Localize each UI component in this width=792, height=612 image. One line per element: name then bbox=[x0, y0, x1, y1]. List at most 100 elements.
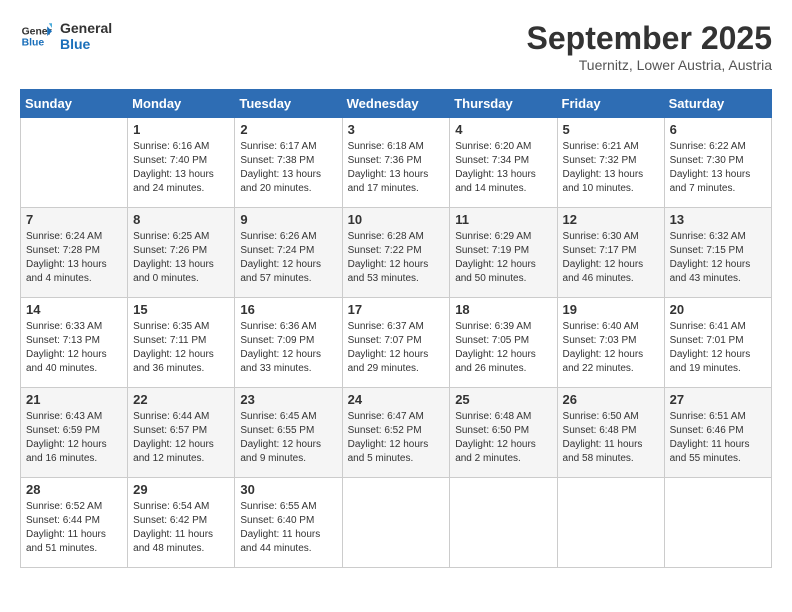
calendar-cell: 20 Sunrise: 6:41 AM Sunset: 7:01 PM Dayli… bbox=[664, 298, 771, 388]
day-number: 12 bbox=[563, 212, 659, 227]
page-header: General Blue General Blue September 2025… bbox=[20, 20, 772, 73]
day-info: Sunrise: 6:18 AM Sunset: 7:36 PM Dayligh… bbox=[348, 140, 445, 196]
day-number: 24 bbox=[348, 392, 445, 407]
calendar-cell bbox=[450, 478, 557, 568]
day-number: 1 bbox=[133, 122, 229, 137]
calendar-cell: 24 Sunrise: 6:47 AM Sunset: 6:52 PM Dayli… bbox=[342, 388, 450, 478]
week-row-1: 1Sunrise: 6:16 AM Sunset: 7:40 PM Daylig… bbox=[21, 118, 772, 208]
calendar-cell: 18Sunrise: 6:39 AM Sunset: 7:05 PM Dayli… bbox=[450, 298, 557, 388]
weekday-header-thursday: Thursday bbox=[450, 90, 557, 118]
logo: General Blue General Blue bbox=[20, 20, 112, 52]
day-info: Sunrise: 6:47 AM Sunset: 6:52 PM Dayligh… bbox=[348, 410, 445, 466]
logo-line2: Blue bbox=[60, 36, 112, 52]
calendar-cell: 29Sunrise: 6:54 AM Sunset: 6:42 PM Dayli… bbox=[128, 478, 235, 568]
weekday-header-saturday: Saturday bbox=[664, 90, 771, 118]
day-info: Sunrise: 6:41 AM Sunset: 7:01 PM Dayligh… bbox=[670, 320, 766, 376]
calendar-table: SundayMondayTuesdayWednesdayThursdayFrid… bbox=[20, 89, 772, 568]
day-info: Sunrise: 6:44 AM Sunset: 6:57 PM Dayligh… bbox=[133, 410, 229, 466]
day-info: Sunrise: 6:32 AM Sunset: 7:15 PM Dayligh… bbox=[670, 230, 766, 286]
calendar-cell: 21 Sunrise: 6:43 AM Sunset: 6:59 PM Dayli… bbox=[21, 388, 128, 478]
logo-icon: General Blue bbox=[20, 20, 52, 52]
calendar-cell bbox=[342, 478, 450, 568]
calendar-cell: 3 Sunrise: 6:18 AM Sunset: 7:36 PM Daylig… bbox=[342, 118, 450, 208]
calendar-cell: 26 Sunrise: 6:50 AM Sunset: 6:48 PM Dayli… bbox=[557, 388, 664, 478]
day-number: 11 bbox=[455, 212, 551, 227]
day-number: 22 bbox=[133, 392, 229, 407]
day-number: 17 bbox=[348, 302, 445, 317]
calendar-cell: 5Sunrise: 6:21 AM Sunset: 7:32 PM Daylig… bbox=[557, 118, 664, 208]
weekday-header-monday: Monday bbox=[128, 90, 235, 118]
day-number: 25 bbox=[455, 392, 551, 407]
day-info: Sunrise: 6:30 AM Sunset: 7:17 PM Dayligh… bbox=[563, 230, 659, 286]
day-info: Sunrise: 6:43 AM Sunset: 6:59 PM Dayligh… bbox=[26, 410, 122, 466]
calendar-cell: 9 Sunrise: 6:26 AM Sunset: 7:24 PM Daylig… bbox=[235, 208, 342, 298]
calendar-cell: 6 Sunrise: 6:22 AM Sunset: 7:30 PM Daylig… bbox=[664, 118, 771, 208]
calendar-cell bbox=[21, 118, 128, 208]
day-info: Sunrise: 6:45 AM Sunset: 6:55 PM Dayligh… bbox=[240, 410, 336, 466]
week-row-5: 28Sunrise: 6:52 AM Sunset: 6:44 PM Dayli… bbox=[21, 478, 772, 568]
day-info: Sunrise: 6:25 AM Sunset: 7:26 PM Dayligh… bbox=[133, 230, 229, 286]
day-number: 7 bbox=[26, 212, 122, 227]
weekday-header-wednesday: Wednesday bbox=[342, 90, 450, 118]
day-info: Sunrise: 6:29 AM Sunset: 7:19 PM Dayligh… bbox=[455, 230, 551, 286]
day-number: 19 bbox=[563, 302, 659, 317]
calendar-cell: 25 Sunrise: 6:48 AM Sunset: 6:50 PM Dayli… bbox=[450, 388, 557, 478]
day-number: 26 bbox=[563, 392, 659, 407]
day-number: 23 bbox=[240, 392, 336, 407]
calendar-cell: 12 Sunrise: 6:30 AM Sunset: 7:17 PM Dayli… bbox=[557, 208, 664, 298]
day-number: 20 bbox=[670, 302, 766, 317]
calendar-cell: 4 Sunrise: 6:20 AM Sunset: 7:34 PM Daylig… bbox=[450, 118, 557, 208]
weekday-header-tuesday: Tuesday bbox=[235, 90, 342, 118]
calendar-cell: 22 Sunrise: 6:44 AM Sunset: 6:57 PM Dayli… bbox=[128, 388, 235, 478]
calendar-cell bbox=[557, 478, 664, 568]
calendar-cell: 19 Sunrise: 6:40 AM Sunset: 7:03 PM Dayli… bbox=[557, 298, 664, 388]
weekday-header-friday: Friday bbox=[557, 90, 664, 118]
calendar-cell: 15Sunrise: 6:35 AM Sunset: 7:11 PM Dayli… bbox=[128, 298, 235, 388]
day-info: Sunrise: 6:54 AM Sunset: 6:42 PM Dayligh… bbox=[133, 500, 229, 556]
week-row-4: 21 Sunrise: 6:43 AM Sunset: 6:59 PM Dayli… bbox=[21, 388, 772, 478]
day-info: Sunrise: 6:22 AM Sunset: 7:30 PM Dayligh… bbox=[670, 140, 766, 196]
weekday-header-sunday: Sunday bbox=[21, 90, 128, 118]
calendar-cell: 14 Sunrise: 6:33 AM Sunset: 7:13 PM Dayli… bbox=[21, 298, 128, 388]
day-number: 13 bbox=[670, 212, 766, 227]
location: Tuernitz, Lower Austria, Austria bbox=[527, 57, 772, 73]
day-info: Sunrise: 6:36 AM Sunset: 7:09 PM Dayligh… bbox=[240, 320, 336, 376]
calendar-cell: 23 Sunrise: 6:45 AM Sunset: 6:55 PM Dayli… bbox=[235, 388, 342, 478]
day-info: Sunrise: 6:37 AM Sunset: 7:07 PM Dayligh… bbox=[348, 320, 445, 376]
weekday-header-row: SundayMondayTuesdayWednesdayThursdayFrid… bbox=[21, 90, 772, 118]
day-info: Sunrise: 6:33 AM Sunset: 7:13 PM Dayligh… bbox=[26, 320, 122, 376]
day-info: Sunrise: 6:40 AM Sunset: 7:03 PM Dayligh… bbox=[563, 320, 659, 376]
day-info: Sunrise: 6:48 AM Sunset: 6:50 PM Dayligh… bbox=[455, 410, 551, 466]
day-number: 2 bbox=[240, 122, 336, 137]
calendar-cell: 11 Sunrise: 6:29 AM Sunset: 7:19 PM Dayli… bbox=[450, 208, 557, 298]
day-info: Sunrise: 6:50 AM Sunset: 6:48 PM Dayligh… bbox=[563, 410, 659, 466]
day-number: 8 bbox=[133, 212, 229, 227]
calendar-cell: 8 Sunrise: 6:25 AM Sunset: 7:26 PM Daylig… bbox=[128, 208, 235, 298]
day-info: Sunrise: 6:55 AM Sunset: 6:40 PM Dayligh… bbox=[240, 500, 336, 556]
day-number: 16 bbox=[240, 302, 336, 317]
day-number: 3 bbox=[348, 122, 445, 137]
calendar-cell: 30 Sunrise: 6:55 AM Sunset: 6:40 PM Dayli… bbox=[235, 478, 342, 568]
calendar-cell: 28Sunrise: 6:52 AM Sunset: 6:44 PM Dayli… bbox=[21, 478, 128, 568]
title-block: September 2025 Tuernitz, Lower Austria, … bbox=[527, 20, 772, 73]
calendar-cell: 1Sunrise: 6:16 AM Sunset: 7:40 PM Daylig… bbox=[128, 118, 235, 208]
month-title: September 2025 bbox=[527, 20, 772, 57]
day-number: 27 bbox=[670, 392, 766, 407]
day-info: Sunrise: 6:20 AM Sunset: 7:34 PM Dayligh… bbox=[455, 140, 551, 196]
day-number: 4 bbox=[455, 122, 551, 137]
day-number: 21 bbox=[26, 392, 122, 407]
day-number: 14 bbox=[26, 302, 122, 317]
day-number: 6 bbox=[670, 122, 766, 137]
day-info: Sunrise: 6:26 AM Sunset: 7:24 PM Dayligh… bbox=[240, 230, 336, 286]
day-info: Sunrise: 6:35 AM Sunset: 7:11 PM Dayligh… bbox=[133, 320, 229, 376]
day-number: 9 bbox=[240, 212, 336, 227]
day-info: Sunrise: 6:52 AM Sunset: 6:44 PM Dayligh… bbox=[26, 500, 122, 556]
calendar-cell: 17 Sunrise: 6:37 AM Sunset: 7:07 PM Dayli… bbox=[342, 298, 450, 388]
logo-line1: General bbox=[60, 20, 112, 36]
calendar-cell: 2Sunrise: 6:17 AM Sunset: 7:38 PM Daylig… bbox=[235, 118, 342, 208]
calendar-cell: 16 Sunrise: 6:36 AM Sunset: 7:09 PM Dayli… bbox=[235, 298, 342, 388]
day-number: 30 bbox=[240, 482, 336, 497]
day-info: Sunrise: 6:24 AM Sunset: 7:28 PM Dayligh… bbox=[26, 230, 122, 286]
week-row-3: 14 Sunrise: 6:33 AM Sunset: 7:13 PM Dayli… bbox=[21, 298, 772, 388]
day-info: Sunrise: 6:39 AM Sunset: 7:05 PM Dayligh… bbox=[455, 320, 551, 376]
